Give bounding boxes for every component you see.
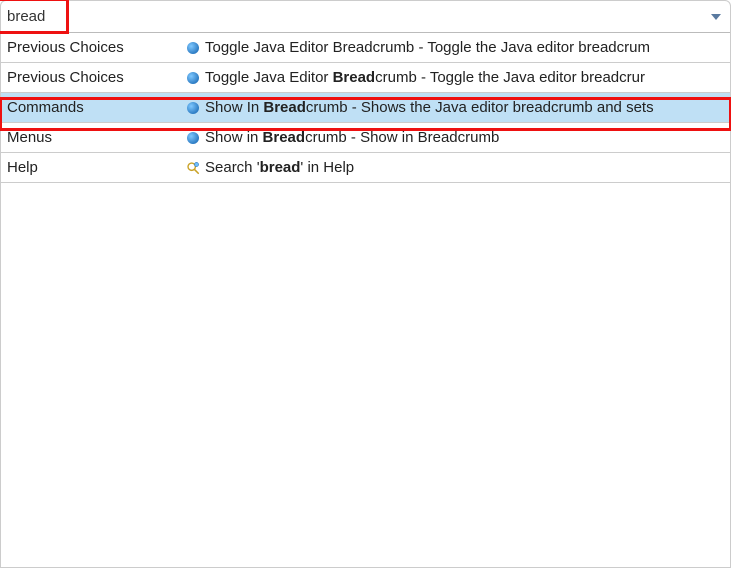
bullet-icon [181, 72, 205, 84]
result-category: Help [1, 159, 181, 176]
search-row [1, 1, 730, 33]
result-description: Toggle Java Editor Breadcrumb - Toggle t… [205, 39, 730, 56]
results-list: Previous Choices Toggle Java Editor Brea… [1, 33, 730, 183]
result-category: Commands [1, 99, 181, 116]
result-category: Previous Choices [1, 39, 181, 56]
dropdown-arrow-icon[interactable] [708, 9, 724, 25]
result-description: Search 'bread' in Help [205, 159, 730, 176]
result-row[interactable]: Previous Choices Toggle Java Editor Brea… [1, 63, 730, 93]
search-input[interactable] [5, 6, 708, 27]
bullet-icon [181, 132, 205, 144]
bullet-icon [181, 42, 205, 54]
result-description: Toggle Java Editor Breadcrumb - Toggle t… [205, 69, 730, 86]
quick-access-popup: Previous Choices Toggle Java Editor Brea… [0, 0, 731, 568]
bullet-icon [181, 102, 205, 114]
result-description: Show In Breadcrumb - Shows the Java edit… [205, 99, 730, 116]
result-row[interactable]: Menus Show in Breadcrumb - Show in Bread… [1, 123, 730, 153]
result-description: Show in Breadcrumb - Show in Breadcrumb [205, 129, 730, 146]
result-row[interactable]: Commands Show In Breadcrumb - Shows the … [1, 93, 730, 123]
result-category: Previous Choices [1, 69, 181, 86]
result-row[interactable]: Help Search 'bread' in Help [1, 153, 730, 183]
result-category: Menus [1, 129, 181, 146]
result-row[interactable]: Previous Choices Toggle Java Editor Brea… [1, 33, 730, 63]
help-search-icon [181, 161, 205, 175]
